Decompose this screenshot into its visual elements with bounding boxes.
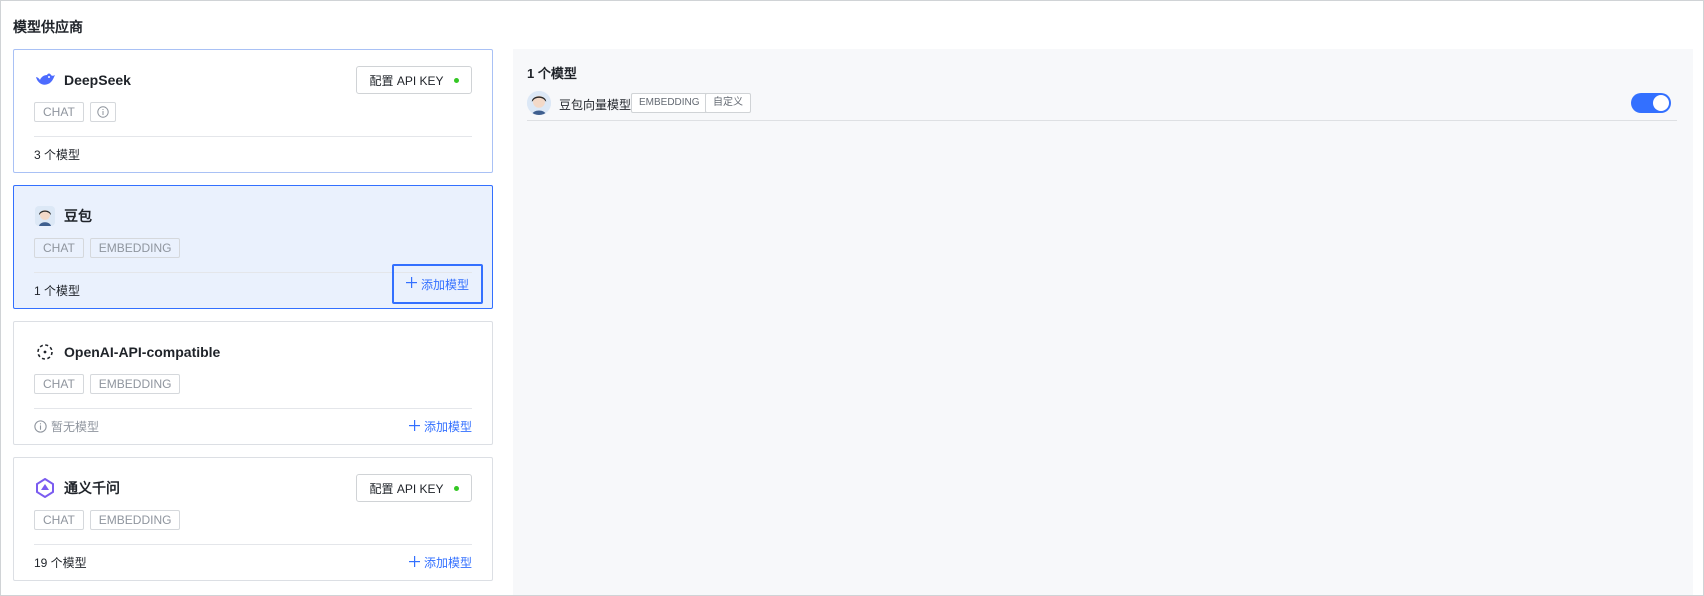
configure-api-key-button[interactable]: 配置 API KEY [356, 474, 472, 502]
model-provider-page: 模型供应商 DeepSeek 配置 API KEY CHAT 3 个模型 豆包 … [0, 0, 1704, 596]
model-enable-toggle[interactable] [1631, 93, 1671, 113]
divider [34, 544, 472, 545]
provider-card-deepseek[interactable]: DeepSeek 配置 API KEY CHAT 3 个模型 [13, 49, 493, 173]
add-model-label: 添加模型 [423, 420, 472, 434]
tag-chat: CHAT [34, 238, 84, 258]
add-model-label: 添加模型 [423, 556, 472, 570]
model-count: 3 个模型 [34, 148, 81, 162]
empty-models-label: 暂无模型 [51, 420, 100, 434]
configure-api-key-label: 配置 API KEY [369, 73, 444, 88]
openai-compatible-icon [34, 341, 56, 363]
deepseek-whale-icon [34, 69, 56, 91]
model-name: 豆包向量模型 [559, 98, 632, 112]
model-count: 19 个模型 [34, 556, 87, 570]
provider-card-doubao[interactable]: 豆包 CHAT EMBEDDING 1 个模型 添加模型 [13, 185, 493, 309]
plus-icon [408, 555, 420, 570]
tag-custom: 自定义 [705, 93, 751, 113]
model-row: 豆包向量模型 EMBEDDING 自定义 [527, 91, 1677, 121]
divider [34, 408, 472, 409]
tag-embedding: EMBEDDING [631, 93, 708, 113]
add-model-button[interactable]: 添加模型 [392, 264, 483, 304]
divider [34, 136, 472, 137]
provider-name: 通义千问 [64, 480, 120, 496]
tag-chat: CHAT [34, 510, 84, 530]
model-count: 1 个模型 [34, 284, 81, 298]
configure-api-key-label: 配置 API KEY [369, 481, 444, 496]
status-dot [453, 485, 459, 491]
provider-card-tongyi[interactable]: 通义千问 配置 API KEY CHAT EMBEDDING 19 个模型 添加… [13, 457, 493, 581]
plus-icon [408, 419, 420, 434]
info-icon [34, 420, 47, 433]
panel-title: 1 个模型 [527, 66, 577, 81]
tag-chat: CHAT [34, 102, 84, 122]
tag-chat: CHAT [34, 374, 84, 394]
tag-embedding: EMBEDDING [89, 510, 181, 530]
provider-name: OpenAI-API-compatible [64, 344, 221, 360]
info-icon[interactable] [89, 102, 116, 122]
doubao-avatar-icon [527, 91, 551, 115]
add-model-label: 添加模型 [420, 277, 469, 292]
provider-name: DeepSeek [64, 72, 131, 88]
plus-icon [405, 277, 417, 291]
add-model-button[interactable]: 添加模型 [408, 554, 472, 571]
toggle-knob [1653, 95, 1669, 111]
tag-embedding: EMBEDDING [89, 238, 181, 258]
tag-embedding: EMBEDDING [89, 374, 181, 394]
status-dot [453, 77, 459, 83]
provider-name: 豆包 [64, 208, 92, 224]
doubao-avatar-icon [34, 205, 56, 227]
page-title: 模型供应商 [13, 19, 83, 35]
add-model-button[interactable]: 添加模型 [408, 418, 472, 435]
model-detail-panel: 1 个模型 豆包向量模型 EMBEDDING 自定义 [513, 49, 1693, 595]
tongyi-icon [34, 477, 56, 499]
provider-card-openai-compatible[interactable]: OpenAI-API-compatible CHAT EMBEDDING 暂无模… [13, 321, 493, 445]
configure-api-key-button[interactable]: 配置 API KEY [356, 66, 472, 94]
